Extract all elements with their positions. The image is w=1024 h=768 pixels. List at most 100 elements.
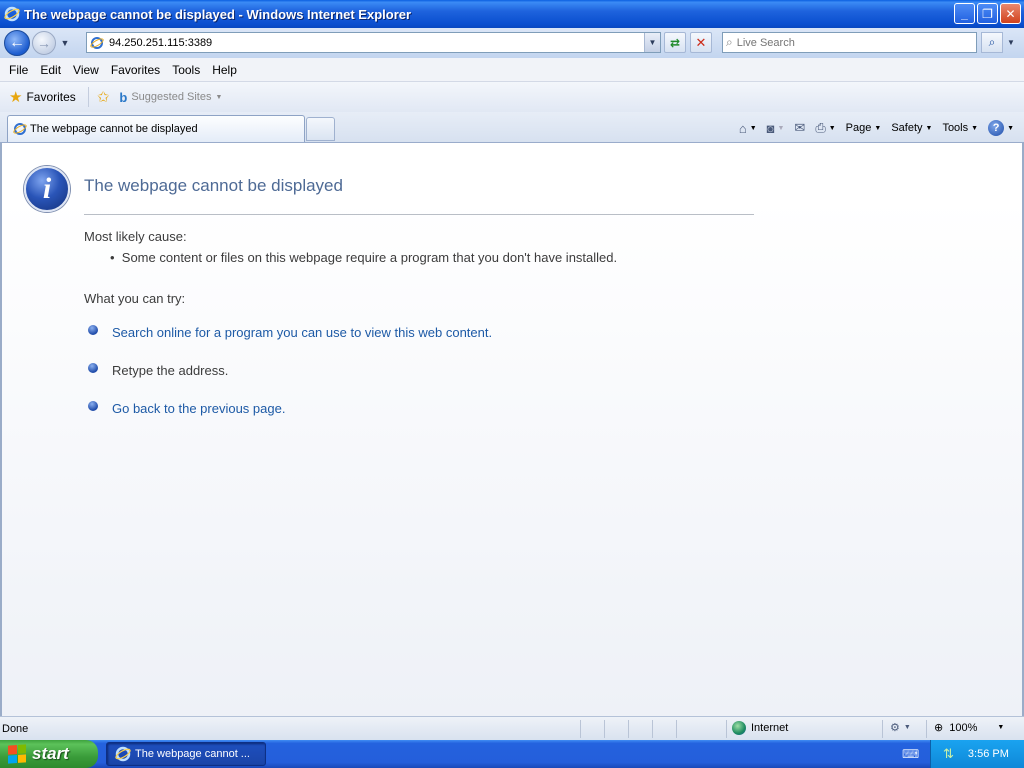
- chevron-down-icon: ▼: [1007, 124, 1014, 132]
- title-divider: [84, 214, 754, 215]
- keyboard-icon[interactable]: ⌨: [902, 747, 919, 761]
- forward-arrow-icon: →: [37, 35, 51, 51]
- printer-icon: ⎙: [815, 120, 826, 135]
- search-box[interactable]: ⌕: [722, 32, 977, 53]
- page-content: i The webpage cannot be displayed Most l…: [0, 143, 1024, 716]
- address-bar[interactable]: ▼: [86, 32, 661, 53]
- start-label: start: [32, 744, 69, 763]
- security-zone[interactable]: Internet: [732, 721, 788, 735]
- menu-file[interactable]: File: [3, 60, 34, 80]
- taskbar: start The webpage cannot ... ⌨ ⇅ 3:56 PM: [0, 740, 1024, 768]
- rss-icon: ◙: [766, 120, 775, 136]
- refresh-button[interactable]: ⇄: [664, 32, 686, 53]
- navigation-bar: ← → ▼ ▼ ⇄ ✕ ⌕ ⌕ ▼: [0, 28, 1024, 58]
- chevron-down-icon: ▼: [925, 124, 933, 132]
- add-to-favorites-icon[interactable]: ✩: [97, 88, 110, 106]
- history-dropdown[interactable]: ▼: [58, 38, 72, 48]
- clock[interactable]: 3:56 PM: [968, 748, 1009, 760]
- print-button[interactable]: ⎙ ▼: [813, 120, 837, 136]
- chevron-down-icon: ▼: [874, 124, 882, 132]
- chevron-down-icon: ▼: [903, 724, 911, 731]
- favorites-label: Favorites: [26, 90, 76, 104]
- menu-view[interactable]: View: [67, 60, 105, 80]
- back-button[interactable]: ←: [4, 30, 30, 56]
- search-input[interactable]: [736, 36, 976, 49]
- cause-heading: Most likely cause:: [84, 229, 187, 244]
- home-icon: ⌂: [738, 120, 747, 136]
- star-icon: ★: [9, 89, 23, 106]
- menu-edit[interactable]: Edit: [34, 60, 67, 80]
- stop-icon: ✕: [695, 34, 707, 50]
- favorites-button[interactable]: ★ Favorites: [5, 86, 80, 108]
- status-separator: [726, 720, 727, 738]
- search-options-dropdown[interactable]: ▼: [1004, 32, 1018, 53]
- safety-menu-label: Safety: [891, 122, 923, 134]
- zoom-level: 100%: [949, 721, 978, 734]
- command-bar: ⌂ ▼ ◙ ▼ ✉ ⎙ ▼ Page ▼ Safety ▼ Tools ▼ ? ▼: [737, 116, 1016, 140]
- read-mail-button[interactable]: ✉: [792, 120, 807, 136]
- search-button[interactable]: ⌕: [981, 32, 1003, 53]
- zoom-control[interactable]: ⊕ 100% ▼: [934, 721, 1005, 735]
- network-icon[interactable]: ⇅: [943, 746, 954, 762]
- menu-help[interactable]: Help: [206, 60, 243, 80]
- suggested-sites-button[interactable]: b Suggested Sites ▼: [119, 90, 222, 105]
- cause-text: Some content or files on this webpage re…: [121, 250, 618, 265]
- window-title: The webpage cannot be displayed - Window…: [24, 6, 412, 22]
- forward-button[interactable]: →: [32, 31, 56, 55]
- taskbar-item-ie[interactable]: The webpage cannot ...: [106, 742, 266, 766]
- menu-tools[interactable]: Tools: [166, 60, 206, 80]
- try-item-back: Go back to the previous page.: [88, 400, 285, 416]
- tab-row: The webpage cannot be displayed ⌂ ▼ ◙ ▼ ✉ …: [0, 112, 1024, 143]
- mail-icon: ✉: [794, 120, 806, 135]
- page-menu[interactable]: Page ▼: [844, 122, 884, 134]
- zoom-icon: ⊕: [934, 722, 944, 734]
- status-separator: [628, 720, 629, 738]
- help-icon: ?: [988, 120, 1005, 136]
- back-arrow-icon: ←: [9, 34, 25, 51]
- stop-button[interactable]: ✕: [690, 32, 712, 53]
- feeds-button[interactable]: ◙ ▼: [765, 121, 787, 136]
- tools-menu-label: Tools: [942, 122, 969, 134]
- status-bar: Done Internet ⚙ ▼ ⊕ 100% ▼: [0, 716, 1024, 740]
- try-item-retype: Retype the address.: [88, 362, 229, 378]
- home-button[interactable]: ⌂ ▼: [737, 121, 759, 136]
- tab-title: The webpage cannot be displayed: [30, 123, 198, 135]
- status-text: Done: [2, 723, 29, 735]
- help-menu[interactable]: ? ▼: [986, 120, 1016, 136]
- ie-logo-icon: [4, 6, 20, 22]
- search-online-link[interactable]: Search online for a program you can use …: [112, 325, 492, 340]
- page-icon: [90, 36, 104, 49]
- suggested-sites-label: Suggested Sites: [131, 91, 212, 103]
- status-separator: [604, 720, 605, 738]
- info-icon: i: [24, 166, 70, 212]
- chevron-down-icon: ▼: [215, 93, 223, 101]
- taskbar-item-label: The webpage cannot ...: [135, 748, 250, 760]
- close-button[interactable]: ✕: [1000, 3, 1021, 24]
- favorites-bar: ★ Favorites ✩ b Suggested Sites ▼: [0, 82, 1024, 112]
- system-tray: ⇅ 3:56 PM: [930, 740, 1024, 768]
- bing-icon: b: [119, 89, 128, 105]
- start-button[interactable]: start: [0, 740, 98, 768]
- go-back-link[interactable]: Go back to the previous page.: [112, 401, 285, 416]
- tools-menu[interactable]: Tools ▼: [940, 122, 980, 134]
- tab-current[interactable]: The webpage cannot be displayed: [7, 115, 305, 142]
- restore-button[interactable]: ❐: [977, 3, 998, 24]
- address-dropdown[interactable]: ▼: [644, 33, 660, 52]
- protected-mode-button[interactable]: ⚙ ▼: [890, 721, 911, 734]
- status-separator: [676, 720, 677, 738]
- safety-menu[interactable]: Safety ▼: [889, 122, 934, 134]
- chevron-down-icon: ▼: [997, 724, 1005, 731]
- zone-label: Internet: [751, 722, 789, 734]
- retype-text: Retype the address.: [112, 363, 229, 378]
- menu-bar: File Edit View Favorites Tools Help: [0, 58, 1024, 82]
- error-title: The webpage cannot be displayed: [84, 176, 343, 195]
- menu-favorites[interactable]: Favorites: [105, 60, 166, 80]
- windows-logo-icon: [8, 744, 26, 764]
- cause-item: • Some content or files on this webpage …: [110, 250, 618, 265]
- new-tab-button[interactable]: [306, 117, 335, 141]
- status-separator: [580, 720, 581, 738]
- minimize-button[interactable]: _: [954, 3, 975, 24]
- bullet-icon: [88, 400, 98, 411]
- chevron-down-icon: ▼: [971, 124, 979, 132]
- address-input[interactable]: [109, 36, 644, 49]
